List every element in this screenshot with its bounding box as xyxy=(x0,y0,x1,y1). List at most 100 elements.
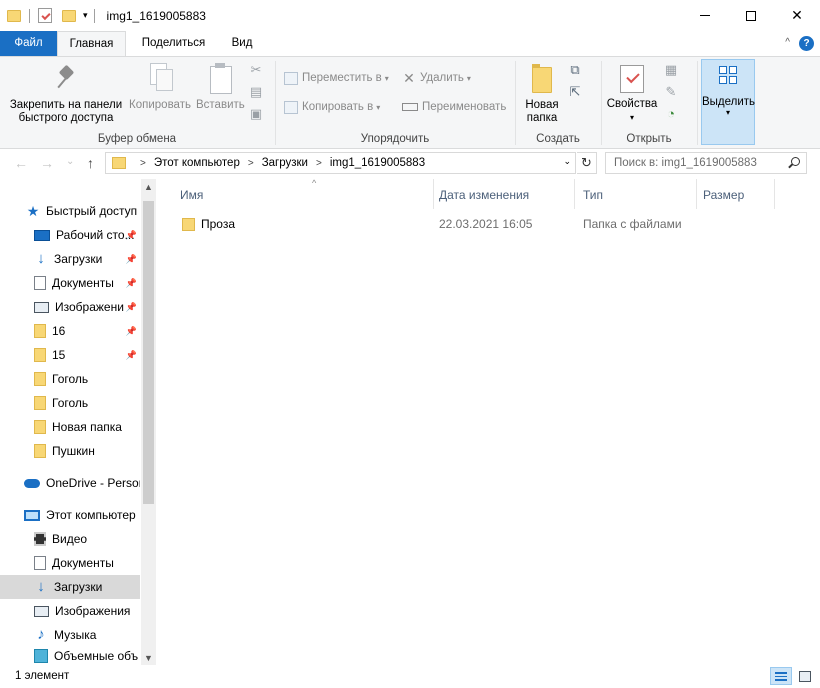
nav-downloads[interactable]: ↓ Загрузки xyxy=(0,575,140,599)
download-icon: ↓ xyxy=(37,250,45,267)
delete-icon: ✕ xyxy=(403,69,415,86)
maximize-button[interactable] xyxy=(728,0,774,31)
pin-icon: 📌 xyxy=(125,253,137,264)
search-placeholder: Поиск в: img1_1619005883 xyxy=(614,157,757,169)
nav-folder-gogol-2[interactable]: Гоголь xyxy=(0,391,140,415)
column-header-name[interactable]: Имя ^ xyxy=(172,178,434,209)
history-icon[interactable]: ◔ xyxy=(664,107,678,121)
nav-documents-pinned[interactable]: Документы 📌 xyxy=(0,271,140,295)
pin-icon: 📌 xyxy=(125,277,137,288)
close-button[interactable]: ✕ xyxy=(774,0,820,31)
nav-pictures-pinned[interactable]: Изображени 📌 xyxy=(0,295,140,319)
column-header-date-modified[interactable]: Дата изменения xyxy=(431,179,575,209)
ribbon-tabs: Файл Главная Поделиться Вид ^ ? xyxy=(0,31,820,57)
nav-item-label: Загрузки xyxy=(54,252,103,266)
up-button[interactable]: ↑ xyxy=(87,155,94,171)
nav-documents[interactable]: Документы xyxy=(0,551,140,575)
tab-file[interactable]: Файл xyxy=(0,31,57,56)
nav-onedrive[interactable]: OneDrive - Person xyxy=(0,471,140,495)
nav-pane-scrollbar[interactable]: ▲ ▼ xyxy=(141,179,156,665)
divider xyxy=(697,61,698,145)
collapse-ribbon-icon[interactable]: ^ xyxy=(785,37,790,48)
status-bar: 1 элемент xyxy=(0,665,820,688)
nav-item-label: Гоголь xyxy=(52,396,89,410)
edit-icon[interactable]: ✎ xyxy=(664,85,678,99)
copy-icon xyxy=(148,63,173,91)
pin-label-line2: быстрого доступа xyxy=(18,112,114,124)
cut-icon[interactable]: ✂ xyxy=(249,63,263,77)
tab-view[interactable]: Вид xyxy=(221,31,263,56)
paste-shortcut-icon[interactable]: ▣ xyxy=(249,107,263,121)
customize-toolbar-dropdown[interactable]: ▾ xyxy=(83,10,88,21)
nav-item-label: Документы xyxy=(52,276,114,290)
copy-path-icon[interactable]: ▤ xyxy=(249,85,263,99)
nav-desktop[interactable]: Рабочий сто... 📌 xyxy=(0,223,140,247)
easy-access-icon[interactable]: ⇱ xyxy=(568,85,582,99)
column-header-size[interactable]: Размер xyxy=(695,179,775,209)
tab-share[interactable]: Поделиться xyxy=(131,31,216,56)
new-folder-button[interactable]: Новая папка xyxy=(522,64,562,125)
file-list: Имя ^ Дата изменения Тип Размер Проза 22… xyxy=(156,178,820,665)
paste-label: Вставить xyxy=(196,99,245,111)
breadcrumb-this-pc[interactable]: Этот компьютер xyxy=(154,157,240,169)
breadcrumb-separator[interactable]: > xyxy=(140,158,146,169)
copy-button[interactable]: Копировать xyxy=(127,63,193,112)
recent-locations-button[interactable]: ⌄ xyxy=(66,156,74,167)
address-bar[interactable]: > Этот компьютер > Загрузки > img1_16190… xyxy=(105,152,576,174)
nav-pictures[interactable]: Изображения xyxy=(0,599,140,623)
copy-to-icon xyxy=(284,100,298,114)
maximize-icon xyxy=(746,10,756,21)
pin-to-quick-access-button[interactable]: Закрепить на панели быстрого доступа xyxy=(6,65,126,125)
document-icon xyxy=(34,556,46,570)
scroll-up-icon[interactable]: ▲ xyxy=(144,182,153,192)
nav-music[interactable]: ♪ Музыка xyxy=(0,623,140,647)
nav-3d-objects[interactable]: Объемные объ xyxy=(0,647,140,665)
nav-downloads-pinned[interactable]: ↓ Загрузки 📌 xyxy=(0,247,140,271)
address-dropdown-icon[interactable]: ⌄ xyxy=(563,156,571,167)
scrollbar-thumb[interactable] xyxy=(143,201,154,504)
chevron-down-icon: ▾ xyxy=(376,102,381,112)
table-row[interactable]: Проза 22.03.2021 16:05 Папка с файлами xyxy=(172,213,692,235)
breadcrumb-separator[interactable]: > xyxy=(316,158,322,169)
properties-button[interactable]: Свойства ▾ xyxy=(604,65,660,124)
nav-folder-pushkin[interactable]: Пушкин xyxy=(0,439,140,463)
folder-icon xyxy=(34,324,46,338)
pictures-icon xyxy=(34,605,49,617)
nav-videos[interactable]: Видео xyxy=(0,527,140,551)
copy-to-button[interactable]: Копировать в ▾ xyxy=(284,98,380,116)
details-view-button[interactable] xyxy=(770,667,792,685)
move-to-button[interactable]: Переместить в ▾ xyxy=(284,69,389,87)
select-button[interactable]: Выделить ▾ xyxy=(701,59,755,145)
help-icon[interactable]: ? xyxy=(799,36,814,51)
breadcrumb-current-folder[interactable]: img1_1619005883 xyxy=(330,157,425,169)
delete-button[interactable]: ✕ Удалить ▾ xyxy=(402,69,471,87)
nav-quick-access[interactable]: ★ Быстрый доступ xyxy=(0,199,140,223)
organize-group: Переместить в ▾ Копировать в ▾ ✕ Удалить… xyxy=(276,57,514,149)
scroll-down-icon[interactable]: ▼ xyxy=(144,653,153,663)
large-icons-view-button[interactable] xyxy=(794,667,816,685)
properties-label: Свойства xyxy=(606,98,658,110)
breadcrumb-downloads[interactable]: Загрузки xyxy=(262,157,308,169)
open-icon[interactable]: ▦ xyxy=(664,63,678,77)
nav-folder-new[interactable]: Новая папка xyxy=(0,415,140,439)
search-input[interactable]: Поиск в: img1_1619005883 xyxy=(605,152,807,174)
new-folder-icon[interactable] xyxy=(62,9,76,22)
nav-folder-15[interactable]: 15 📌 xyxy=(0,343,140,367)
minimize-button[interactable] xyxy=(682,0,728,31)
nav-folder-16[interactable]: 16 📌 xyxy=(0,319,140,343)
rename-button[interactable]: Переименовать xyxy=(402,98,506,116)
refresh-button[interactable]: ↻ xyxy=(577,152,597,174)
tab-home[interactable]: Главная xyxy=(57,31,126,57)
new-item-icon[interactable]: ⧉ xyxy=(568,63,582,77)
nav-item-label: Объемные объ xyxy=(54,649,139,663)
nav-this-pc[interactable]: Этот компьютер xyxy=(0,503,140,527)
pin-icon xyxy=(55,65,77,91)
copy-to-label: Копировать в xyxy=(302,101,374,113)
paste-button[interactable]: Вставить xyxy=(196,63,245,112)
back-button[interactable]: ← xyxy=(14,155,28,171)
breadcrumb-separator[interactable]: > xyxy=(248,158,254,169)
properties-icon[interactable] xyxy=(38,8,52,23)
column-header-type[interactable]: Тип xyxy=(575,179,697,209)
forward-button[interactable]: → xyxy=(40,155,54,171)
nav-folder-gogol-1[interactable]: Гоголь xyxy=(0,367,140,391)
